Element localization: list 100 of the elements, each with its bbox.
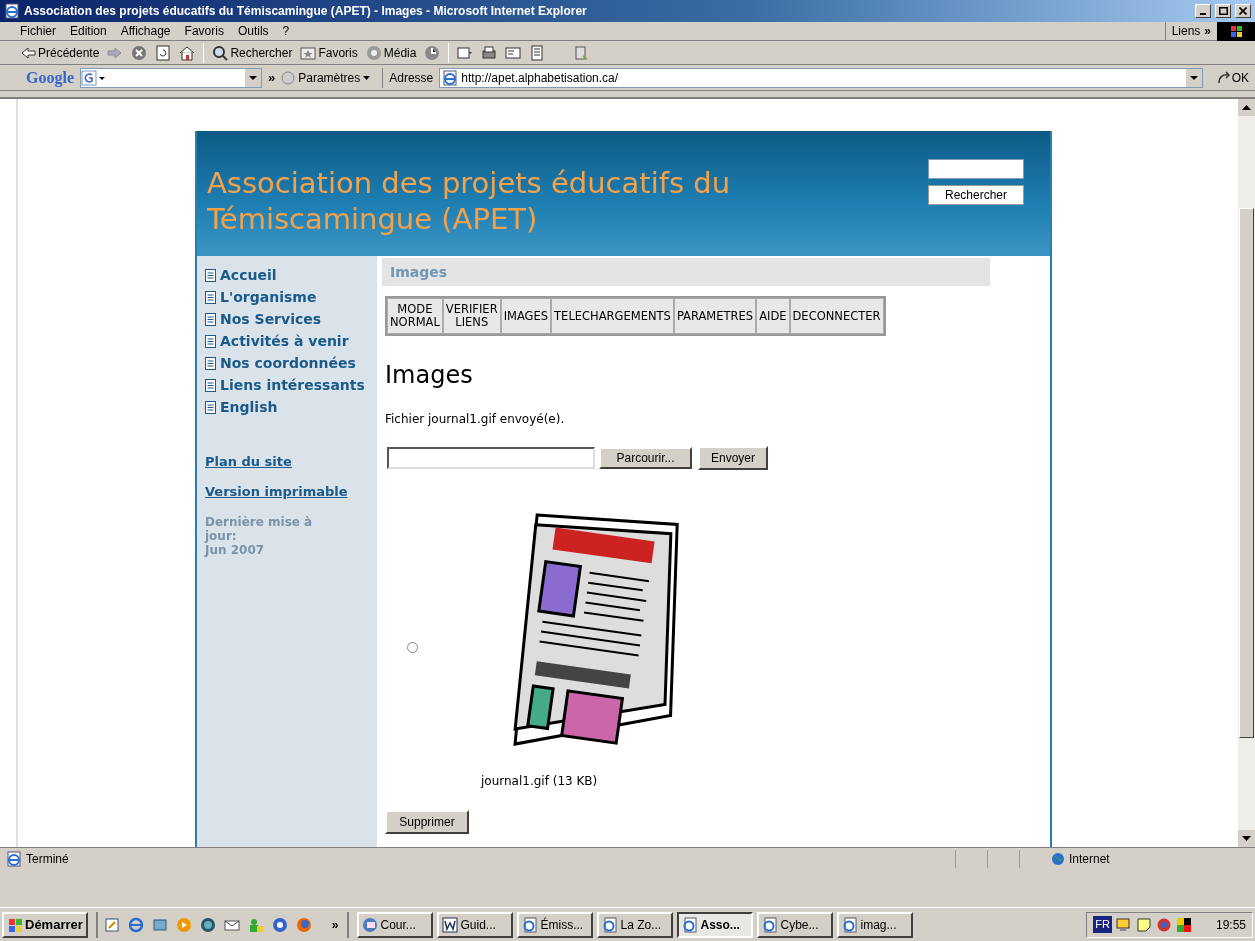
menu-item[interactable]: ?	[282, 22, 290, 40]
menu-item[interactable]: Outils	[237, 22, 269, 40]
minimize-button[interactable]	[1195, 4, 1211, 18]
address-field[interactable]: http://apet.alphabetisation.ca/	[439, 67, 1203, 88]
chevron-button[interactable]: »	[268, 67, 276, 88]
ie-page-icon	[601, 916, 618, 933]
ie-logo-icon	[4, 3, 20, 19]
refresh-icon	[155, 44, 172, 61]
media-player-icon	[175, 916, 192, 933]
site-title: Association des projets éducatifs du Témiscamingue (APET)	[207, 165, 732, 237]
fox-globe-icon	[295, 916, 312, 933]
nav-link[interactable]: L'organisme	[205, 286, 377, 308]
word-document-icon	[441, 916, 458, 933]
circle-icon	[281, 70, 296, 85]
nav-link[interactable]: English	[205, 396, 377, 418]
document-icon	[205, 400, 216, 414]
admin-tab[interactable]: IMAGES	[500, 298, 552, 334]
toolbar-button[interactable]: Précédente	[20, 41, 100, 64]
taskbar-button[interactable]: Cour...	[356, 911, 433, 938]
breadcrumb-text: Images	[390, 262, 448, 282]
browse-button[interactable]: Parcourir...	[599, 447, 692, 469]
note-icon[interactable]	[1135, 916, 1152, 933]
ie-page-icon	[841, 916, 858, 933]
monitor-icon[interactable]	[1115, 916, 1132, 933]
admin-tab[interactable]: MODE NORMAL	[387, 298, 443, 334]
zone-text: Internet	[1069, 850, 1111, 868]
desktop-icon	[151, 916, 168, 933]
last-update-label: Dernière mise à jour:	[205, 515, 314, 543]
site-search-field[interactable]	[928, 159, 1024, 179]
ie-page-icon	[681, 916, 698, 933]
taskbar-button[interactable]: Guid...	[436, 911, 513, 938]
minimize-icon	[1200, 13, 1206, 15]
settings-button[interactable]: Paramètres	[281, 68, 371, 87]
last-update-date: Jun 2007	[205, 543, 266, 557]
toolbar-button[interactable]: Média	[365, 41, 417, 64]
search-button[interactable]: Rechercher	[928, 185, 1024, 205]
star-folder-icon	[300, 44, 317, 61]
nav-link[interactable]: Nos coordonnées	[205, 352, 377, 374]
file-path-field[interactable]	[387, 447, 595, 469]
admin-tab[interactable]: AIDE	[756, 298, 790, 334]
image-caption: journal1.gif (13 KB)	[481, 773, 599, 790]
taskbar-button[interactable]: imag...	[836, 911, 913, 938]
taskbar-button[interactable]: La Zo...	[596, 911, 673, 938]
forward-arrow-icon	[107, 44, 124, 61]
edit-icon	[505, 44, 522, 61]
google-g-icon	[81, 69, 107, 86]
page-heading: Images	[385, 360, 474, 390]
maximize-button[interactable]	[1215, 4, 1231, 18]
ie-icon	[127, 916, 144, 933]
sidebar-link[interactable]: Plan du site	[205, 452, 292, 472]
document-icon	[205, 312, 216, 326]
page-icon	[442, 69, 459, 86]
taskbar-button[interactable]: Cybe...	[756, 911, 833, 938]
address-label: Adresse	[389, 69, 434, 87]
links-label[interactable]: Liens	[1171, 22, 1201, 40]
admin-tab[interactable]: VERIFIER LIENS	[442, 298, 501, 334]
home-icon	[179, 44, 196, 61]
sidebar-link[interactable]: Version imprimable	[205, 481, 348, 501]
menu-item[interactable]: Edition	[70, 22, 107, 40]
scrollbar[interactable]	[1238, 99, 1255, 847]
ie-page-icon	[761, 916, 778, 933]
delete-button[interactable]: Supprimer	[385, 810, 469, 834]
chevron-button[interactable]: »	[331, 915, 339, 934]
start-button[interactable]: Démarrer	[2, 911, 88, 938]
document-icon	[205, 334, 216, 348]
admin-tab[interactable]: DECONNECTER	[789, 298, 884, 334]
send-button[interactable]: Envoyer	[698, 446, 768, 470]
taskbar-button[interactable]: Asso...	[676, 911, 753, 938]
document-icon	[205, 378, 216, 392]
nav-link[interactable]: Accueil	[205, 264, 377, 286]
admin-tab[interactable]: PARAMETRES	[673, 298, 757, 334]
menu-item[interactable]: Fichier	[20, 22, 56, 40]
document-icon	[205, 356, 216, 370]
nav-link[interactable]: Nos Services	[205, 308, 377, 330]
google-search-field[interactable]	[80, 67, 262, 88]
go-arrow-icon	[1216, 70, 1231, 85]
toolbar-button[interactable]: Favoris	[300, 41, 358, 64]
people-icon	[247, 916, 264, 933]
ie-page-icon	[521, 916, 538, 933]
menu-item[interactable]: Affichage	[120, 22, 171, 40]
windows-flag-icon	[7, 916, 23, 933]
document-icon	[529, 44, 546, 61]
printer-icon	[481, 44, 498, 61]
admin-tab[interactable]: TELECHARGEMENTS	[551, 298, 674, 334]
clipboard-icon	[573, 44, 590, 61]
close-icon	[1239, 7, 1247, 15]
toolbar-button[interactable]: Rechercher	[212, 41, 293, 64]
menu-item[interactable]: Favoris	[184, 22, 224, 40]
radio-button[interactable]	[407, 641, 418, 653]
nav-link[interactable]: Liens intéressants	[205, 374, 377, 396]
color-squares-icon[interactable]	[1175, 916, 1192, 933]
nav-link[interactable]: Activités à venir	[205, 330, 377, 352]
language-indicator[interactable]: FR	[1093, 916, 1112, 933]
go-button[interactable]: OK	[1216, 68, 1249, 87]
chevron-button[interactable]: »	[1204, 22, 1211, 40]
status-text: Terminé	[26, 850, 70, 868]
disc-icon	[365, 44, 382, 61]
close-button[interactable]	[1235, 4, 1251, 18]
taskbar-button[interactable]: Émiss...	[516, 911, 593, 938]
search-icon	[212, 44, 229, 61]
